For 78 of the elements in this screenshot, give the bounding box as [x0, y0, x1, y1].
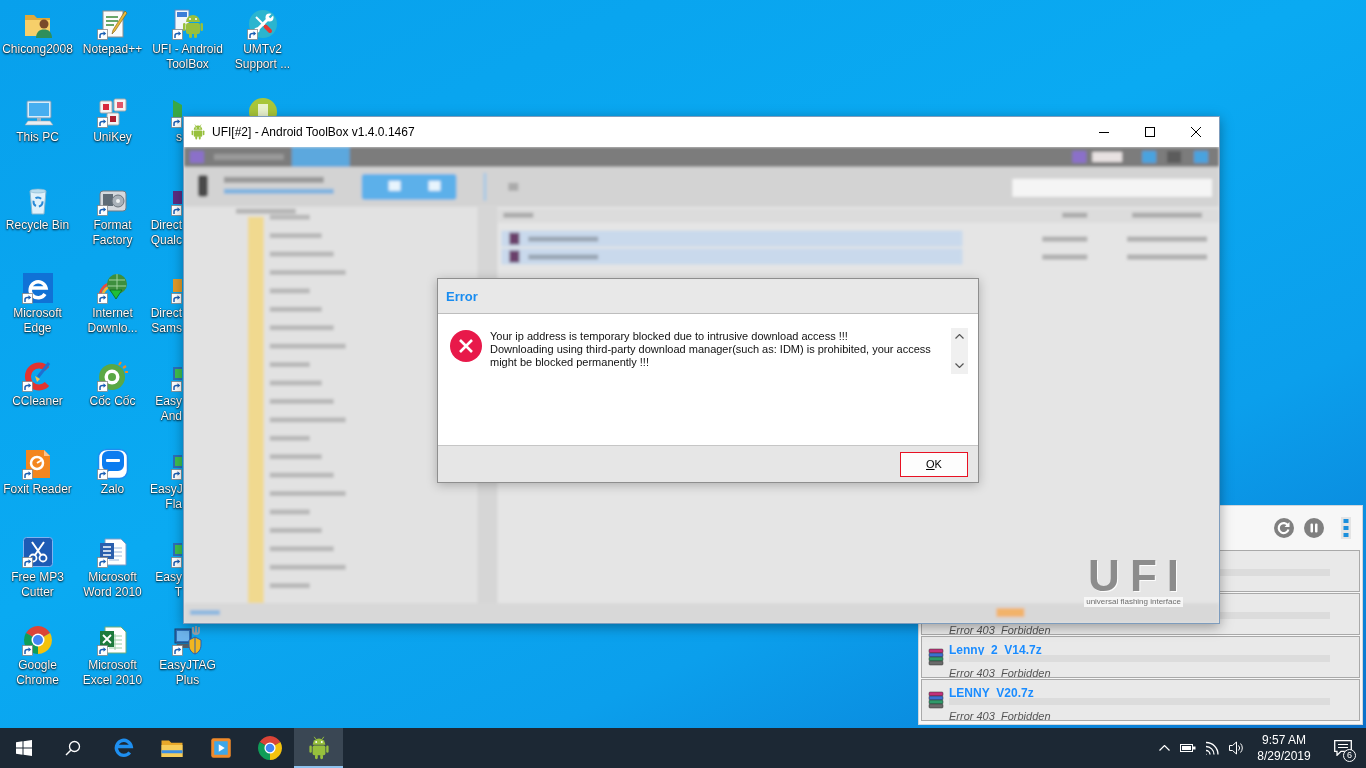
desktop-icon-label[interactable]: Direct Sams — [150, 306, 182, 336]
wifi-icon — [1204, 741, 1220, 755]
desktop-icon-label[interactable]: UFI - Android ToolBox — [150, 42, 225, 72]
globe-download-icon[interactable] — [96, 272, 129, 304]
desktop-icon-label[interactable]: Foxit Reader — [0, 482, 75, 497]
download-status: Error 403 Forbidden — [949, 624, 1051, 636]
computer-shield-icon[interactable] — [171, 624, 204, 656]
file-name-link[interactable]: Lenny_2_V14.7z — [949, 643, 1042, 657]
android-document-icon[interactable] — [171, 8, 204, 40]
desktop-icon-label[interactable]: Google Chrome — [0, 658, 75, 688]
dialog-title: Error — [446, 288, 478, 304]
logo-text: UFI — [1088, 557, 1189, 595]
notification-count: 6 — [1343, 749, 1356, 762]
refresh-icon — [1274, 518, 1294, 538]
archive-icon — [927, 691, 944, 709]
battery-plug-icon — [1180, 743, 1196, 753]
document-icon[interactable] — [96, 536, 129, 568]
scroll-down-icon[interactable] — [955, 363, 964, 368]
window-title: UFI[#2] - Android ToolBox v1.4.0.1467 — [212, 125, 415, 139]
spreadsheet-icon[interactable] — [96, 624, 129, 656]
error-icon — [450, 330, 482, 362]
scroll-up-icon[interactable] — [955, 334, 964, 339]
maximize-icon — [1145, 127, 1155, 137]
file-name-link[interactable]: LENNY_V20.7z — [949, 686, 1034, 700]
desktop-icon-label[interactable]: Format Factory — [75, 218, 150, 248]
desktop-icon-label[interactable]: UniKey — [75, 130, 150, 145]
action-center-button[interactable]: 6 — [1320, 728, 1366, 768]
search-icon — [65, 740, 81, 756]
notepad-pencil-icon[interactable] — [96, 8, 129, 40]
download-status: Error 403 Forbidden — [949, 667, 1051, 679]
desktop-icon-label[interactable]: Internet Downlo... — [75, 306, 150, 336]
chat-bubble-icon[interactable] — [96, 448, 129, 480]
pause-button[interactable] — [1304, 518, 1324, 538]
desktop-icon-label[interactable]: EasyJTAG Plus — [150, 658, 225, 688]
refresh-button[interactable] — [1274, 518, 1294, 538]
browser-icon[interactable] — [21, 272, 54, 304]
desktop-icon-label[interactable]: EasyJ Fla — [150, 482, 182, 512]
close-icon — [1191, 127, 1201, 137]
media-player-icon — [208, 736, 233, 760]
desktop-icon-label[interactable]: Microsoft Excel 2010 — [75, 658, 150, 688]
desktop-icon-label[interactable]: Direct Qualc — [150, 218, 182, 248]
desktop-icon-label[interactable]: Microsoft Edge — [0, 306, 75, 336]
pause-icon — [1304, 518, 1324, 538]
notification-icon — [1334, 740, 1352, 756]
desktop-icon-label[interactable]: Free MP3 Cutter — [0, 570, 75, 600]
taskbar-app-button[interactable] — [294, 728, 343, 768]
key-tiles-icon[interactable] — [96, 96, 129, 128]
scissors-icon[interactable] — [21, 536, 54, 568]
desktop-icon-label[interactable]: Recycle Bin — [0, 218, 75, 233]
error-message: Downloading using third-party download manager(such as: IDM) is prohibited, your access might be blocked permanently !!! — [490, 343, 932, 369]
desktop-icon-label[interactable]: CCleaner — [0, 394, 75, 409]
clock-button[interactable]: 9:57 AM 8/29/2019 — [1248, 728, 1320, 768]
desktop-icon-label[interactable]: Cốc Cốc — [75, 394, 150, 409]
desktop-icon-label[interactable]: Easy T — [150, 570, 182, 600]
desktop-icon-label[interactable]: Zalo — [75, 482, 150, 497]
browser-icon — [257, 736, 282, 760]
desktop-icon-label[interactable]: This PC — [0, 130, 75, 145]
android-icon — [306, 736, 331, 760]
error-message: Your ip address is temporary blocked due to intrusive download access !!! — [490, 330, 849, 343]
ok-button[interactable]: OK — [900, 451, 968, 477]
browser-icon[interactable] — [21, 624, 54, 656]
desktop-icon-label[interactable]: Microsoft Word 2010 — [75, 570, 150, 600]
desktop-icon-label[interactable]: UMTv2 Support ... — [225, 42, 300, 72]
minimize-icon — [1099, 131, 1109, 133]
desktop-icon-label[interactable]: Notepad++ — [75, 42, 150, 57]
windows-logo-icon — [16, 740, 32, 756]
more-options-icon[interactable] — [1341, 517, 1351, 539]
archive-icon — [927, 648, 944, 666]
browser-icon[interactable] — [96, 360, 129, 392]
crossed-tools-icon[interactable] — [246, 8, 279, 40]
speaker-icon — [1228, 741, 1244, 755]
logo-tagline: universal flashing interface — [1084, 597, 1183, 607]
chevron-up-icon — [1158, 745, 1170, 751]
desktop-icon-label[interactable]: Easy And — [150, 394, 182, 424]
desktop-icon-label[interactable]: Chicong2008 — [0, 42, 75, 57]
android-icon — [191, 124, 205, 140]
desktop-icon-label[interactable]: s — [150, 130, 182, 145]
download-status: Error 403 Forbidden — [949, 710, 1051, 722]
